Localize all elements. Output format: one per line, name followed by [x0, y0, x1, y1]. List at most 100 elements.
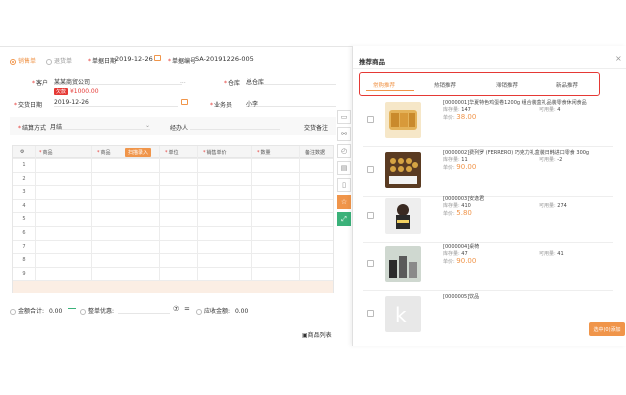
equals-icon: = [184, 305, 190, 313]
product-name: [0000001]华夏特色鸡蛋卷1200g 组合装盒礼品装零食休闲食品 [443, 100, 587, 106]
product-item[interactable]: [0000001]华夏特色鸡蛋卷1200g 组合装盒礼品装零食休闲食品 库存量: … [363, 100, 613, 144]
save-icon[interactable]: ▭ [337, 110, 351, 124]
grid-divider [91, 146, 92, 292]
product-divider [363, 146, 613, 147]
discount: 整单优惠: [80, 306, 114, 315]
price-row: 单价: 90.00 [443, 257, 477, 266]
print-icon[interactable]: ▤ [337, 161, 351, 175]
minus-icon [68, 308, 76, 309]
row-number: 7 [22, 243, 26, 250]
help-icon: ⑦ [173, 305, 180, 313]
row-number: 5 [22, 216, 26, 223]
product-info: [0000005]饮品 [443, 294, 613, 301]
col-goods-2: *商品 [97, 150, 111, 156]
salesperson-label: *业务员 [210, 102, 233, 109]
row-divider [13, 158, 333, 159]
product-info: [0000004]桌椅 库存量: 47 可用量: 41 单价: 90.00 [443, 244, 613, 266]
product-image [385, 152, 421, 188]
customer-input[interactable]: 某某商贸公司 [54, 77, 182, 86]
grid-total-row [13, 281, 333, 293]
tab-new[interactable]: 新品推荐 [556, 81, 578, 89]
svg-text:k: k [395, 303, 407, 327]
info-icon [196, 308, 202, 315]
row-divider [13, 185, 333, 187]
row-divider [13, 266, 333, 268]
history-icon[interactable]: ◴ [337, 144, 351, 158]
row-divider [13, 212, 333, 214]
product-checkbox[interactable] [367, 260, 374, 267]
product-info: [0000003]安逸君 库存量: 410 可用量: 274 单价: 5.80 [443, 196, 613, 218]
row-number: 8 [22, 257, 26, 264]
customer-label: *客户 [32, 80, 49, 87]
row-divider [13, 171, 333, 173]
row-number: 4 [22, 202, 26, 209]
product-item[interactable]: k [0000005]饮品 [363, 294, 613, 338]
product-checkbox[interactable] [367, 166, 374, 173]
product-divider [363, 290, 613, 291]
discount-input[interactable] [118, 306, 170, 314]
radio-sales[interactable]: 销售单 [10, 56, 36, 65]
product-checkbox[interactable] [367, 212, 374, 219]
handler-input[interactable] [190, 122, 280, 130]
gear-icon[interactable]: ⚙ [20, 149, 24, 155]
scan-input-button[interactable]: 扫描录入 [125, 148, 152, 157]
bill-no-label: *单据编号 [168, 58, 197, 65]
tab-frequent[interactable]: 常购推荐 [373, 81, 395, 89]
product-image [385, 198, 421, 234]
totals-bar: 金额合计: 0.00 整单优惠: ⑦ = 应收金额: 0.00 [0, 300, 352, 320]
salesperson-select[interactable]: 小李 [246, 99, 336, 108]
product-name: [0000004]桌椅 [443, 244, 480, 250]
total-amount: 金额合计: 0.00 [10, 306, 62, 315]
row-divider [13, 253, 333, 255]
star-icon[interactable]: ☆ [337, 195, 351, 209]
receivable: 应收金额: 0.00 [196, 306, 248, 315]
panel-title: 推荐商品 [359, 58, 385, 66]
calendar-icon[interactable] [154, 55, 161, 61]
settle-select[interactable]: 月结 ⌄ [50, 122, 150, 131]
delivery-date-label: *交货日期 [14, 102, 43, 109]
row-number: 6 [22, 230, 26, 236]
recommend-panel: 推荐商品 × 常购推荐 热销推荐 滞销推荐 新品推荐 [0000001]华夏特色… [352, 46, 626, 346]
col-goods-1: *商品 [39, 150, 53, 156]
goods-grid: ⚙ *商品 *商品 扫描录入 *单位 *销售单价 *数量 备注数据 1 2 3 4 5 6… [12, 145, 334, 293]
debt-badge: 欠款 [54, 88, 69, 95]
close-icon[interactable]: × [615, 54, 622, 63]
customer-tag-row: 欠款 ¥1000.00 [54, 88, 99, 95]
tab-underline [366, 90, 414, 91]
expand-icon[interactable]: ⤢ [337, 212, 351, 226]
price-row: 单价: 90.00 [443, 163, 477, 172]
calendar-icon[interactable] [181, 99, 188, 105]
price-row: 单价: 38.00 [443, 113, 477, 122]
goods-list-footer[interactable]: ▣商品列表 [302, 330, 332, 339]
product-item[interactable]: [0000004]桌椅 库存量: 47 可用量: 41 单价: 90.00 [363, 244, 613, 288]
link-icon[interactable]: ⚯ [337, 127, 351, 141]
document-icon[interactable]: ▯ [337, 178, 351, 192]
row-divider [13, 198, 333, 200]
product-checkbox[interactable] [367, 310, 374, 317]
chevron-down-icon: ⌄ [144, 122, 150, 129]
product-checkbox[interactable] [367, 116, 374, 123]
add-selected-button[interactable]: 选中(0)添加 [589, 322, 625, 336]
product-name: [0000003]安逸君 [443, 196, 485, 202]
col-qty: *数量 [257, 150, 271, 156]
delivery-date-input[interactable]: 2019-12-26 [54, 99, 178, 107]
tab-hot[interactable]: 热销推荐 [434, 81, 456, 89]
product-item[interactable]: [0000003]安逸君 库存量: 410 可用量: 274 单价: 5.80 [363, 196, 613, 240]
col-note: 备注数据 [305, 150, 326, 156]
note-label: 交货备注 [304, 125, 329, 132]
date-value[interactable]: 2019-12-26 [115, 55, 153, 63]
radio-circle [46, 58, 52, 65]
tab-slow[interactable]: 滞销推荐 [496, 81, 518, 89]
warehouse-select[interactable]: 总仓库 [246, 77, 336, 86]
product-info: [0000001]华夏特色鸡蛋卷1200g 组合装盒礼品装零食休闲食品 库存量: … [443, 100, 613, 122]
settle-label: *结算方式 [18, 125, 47, 132]
radio-return[interactable]: 退货单 [46, 56, 72, 65]
product-item[interactable]: [0000002]费列罗 (FERRERO) 巧克力礼盒装日韩进口零食 300g… [363, 150, 613, 194]
customer-more-icon[interactable]: ... [180, 78, 186, 85]
grid-divider [251, 146, 252, 292]
col-unit: *单位 [165, 150, 179, 156]
warehouse-label: *仓库 [224, 80, 241, 87]
grid-divider [159, 146, 160, 292]
grid-divider [197, 146, 198, 292]
grid-divider [35, 146, 36, 292]
